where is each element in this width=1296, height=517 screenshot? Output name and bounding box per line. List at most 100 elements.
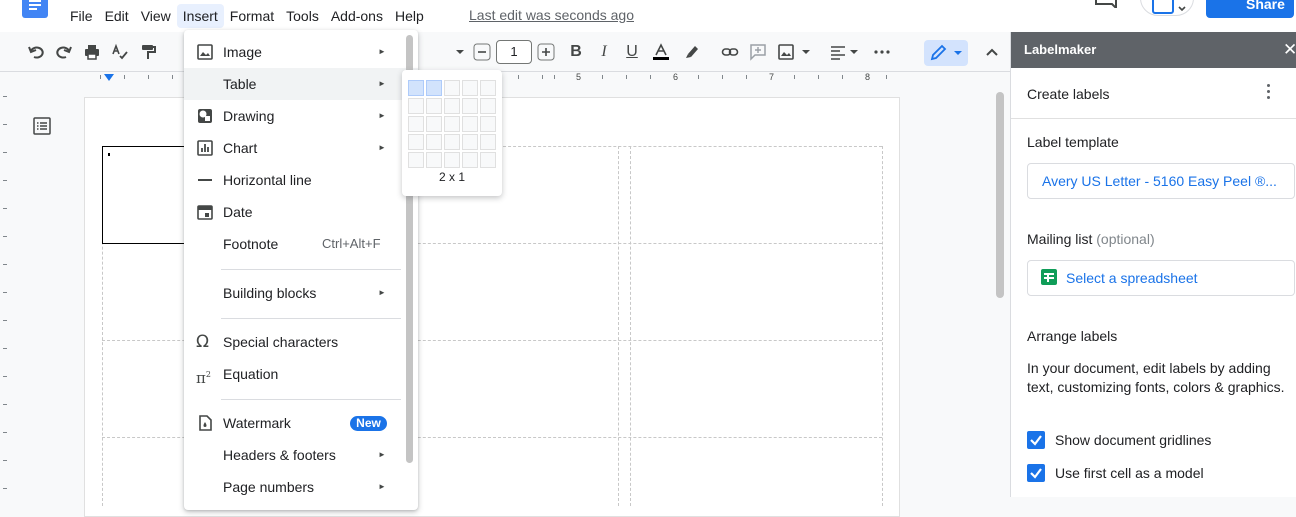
first-label-cell[interactable] [102,146,186,244]
footnote-shortcut: Ctrl+Alt+F [322,236,381,251]
menu-separator [221,318,401,319]
table-grid-cell[interactable] [462,134,478,150]
label-gridline [882,146,883,506]
editing-mode-button[interactable] [924,40,968,66]
show-gridlines-checkbox[interactable] [1027,431,1045,449]
menu-view[interactable]: View [135,4,177,28]
image-dropdown-chevron-icon[interactable] [794,40,818,64]
menu-help[interactable]: Help [389,4,430,28]
close-icon[interactable]: ✕ [1283,32,1296,68]
optional-hint: (optional) [1096,231,1155,247]
label-gridline [618,146,619,506]
bold-icon[interactable]: B [564,40,588,64]
table-grid-cell[interactable] [444,134,460,150]
italic-icon[interactable]: I [592,40,616,64]
table-grid-cell[interactable] [408,116,424,132]
table-grid-cell[interactable] [444,98,460,114]
table-grid-cell[interactable] [480,152,496,168]
document-outline-icon[interactable] [32,116,52,136]
label-template-select[interactable]: Avery US Letter - 5160 Easy Peel ®... [1027,163,1295,199]
table-grid-cell[interactable] [426,80,442,96]
menu-item-footnote[interactable]: Footnote Ctrl+Alt+F [184,228,418,260]
table-size-label: 2 x 1 [438,170,465,184]
undo-icon[interactable] [24,40,48,64]
menu-item-building-blocks[interactable]: Building blocks ► [184,277,418,309]
spellcheck-icon[interactable] [108,40,132,64]
table-grid-cell[interactable] [408,98,424,114]
menu-file[interactable]: File [64,4,99,28]
menu-item-page-numbers[interactable]: Page numbers ► [184,471,418,503]
docs-logo-icon[interactable] [22,0,48,18]
align-dropdown-chevron-icon[interactable] [842,40,866,64]
table-grid-cell[interactable] [408,134,424,150]
table-grid-cell[interactable] [480,116,496,132]
font-dropdown-chevron-icon[interactable] [448,40,472,64]
label-template-heading: Label template [1027,134,1119,150]
highlight-color-icon[interactable] [680,40,704,64]
text-color-icon[interactable] [649,40,673,64]
sheets-icon [1041,269,1057,285]
comment-history-icon[interactable] [1094,0,1118,8]
last-edit-link[interactable]: Last edit was seconds ago [469,7,634,23]
menu-tools[interactable]: Tools [280,4,325,28]
add-comment-icon[interactable] [746,40,770,64]
insert-link-icon[interactable] [718,40,742,64]
menu-item-image[interactable]: Image ► [184,36,418,68]
table-grid-cell[interactable] [426,98,442,114]
print-icon[interactable] [80,40,104,64]
menu-item-table[interactable]: Table ► [184,68,418,100]
table-grid-cell[interactable] [408,80,424,96]
menu-edit[interactable]: Edit [99,4,135,28]
menu-addons[interactable]: Add-ons [325,4,389,28]
table-grid-cell[interactable] [426,134,442,150]
menu-item-equation[interactable]: π2 Equation [184,358,418,390]
panel-title: Labelmaker [1011,32,1296,68]
table-grid-cell[interactable] [480,80,496,96]
redo-icon[interactable] [52,40,76,64]
chart-icon [197,140,213,156]
table-grid-cell[interactable] [408,152,424,168]
select-spreadsheet-button[interactable]: Select a spreadsheet [1027,260,1295,296]
menu-item-headers-footers[interactable]: Headers & footers ► [184,439,418,471]
table-grid-cell[interactable] [444,80,460,96]
more-options-icon[interactable] [870,40,894,64]
table-grid-cell[interactable] [444,152,460,168]
menu-item-drawing[interactable]: Drawing ► [184,100,418,132]
mailing-list-heading: Mailing list (optional) [1027,231,1155,247]
menu-item-watermark[interactable]: Watermark New [184,407,418,439]
increase-font-size-button[interactable] [534,40,558,64]
ruler-number: 6 [673,72,679,82]
table-size-picker: 2 x 1 [402,70,502,196]
table-grid-cell[interactable] [480,98,496,114]
table-grid-cell[interactable] [462,116,478,132]
decrease-font-size-button[interactable] [470,40,494,64]
menu-insert[interactable]: Insert [176,4,224,28]
table-grid-cell[interactable] [462,152,478,168]
underline-icon[interactable]: U [620,40,644,64]
paint-format-icon[interactable] [136,40,160,64]
menu-item-special-characters[interactable]: Ω Special characters [184,326,418,358]
table-grid-cell[interactable] [462,98,478,114]
use-first-cell-checkbox[interactable] [1027,464,1045,482]
panel-divider [1011,118,1296,119]
menu-item-date[interactable]: Date [184,196,418,228]
table-grid-cell[interactable] [480,134,496,150]
more-vert-icon[interactable] [1267,84,1271,100]
collapse-toolbar-icon[interactable] [980,40,1004,64]
table-grid-cell[interactable] [462,80,478,96]
use-first-cell-label: Use first cell as a model [1055,465,1204,481]
present-button[interactable] [1140,0,1194,16]
document-scrollbar[interactable] [996,92,1004,298]
table-grid-cell[interactable] [426,116,442,132]
indent-marker[interactable] [104,74,114,81]
ruler-number: 8 [865,72,871,82]
menu-format[interactable]: Format [224,4,280,28]
menu-item-chart[interactable]: Chart ► [184,132,418,164]
menu-bar: File Edit View Insert Format Tools Add-o… [64,4,430,28]
new-badge: New [350,416,387,431]
table-grid-cell[interactable] [426,152,442,168]
share-button[interactable]: Share [1206,0,1294,18]
font-size-input[interactable]: 1 [496,40,532,64]
menu-item-horizontal-line[interactable]: Horizontal line [184,164,418,196]
table-grid-cell[interactable] [444,116,460,132]
